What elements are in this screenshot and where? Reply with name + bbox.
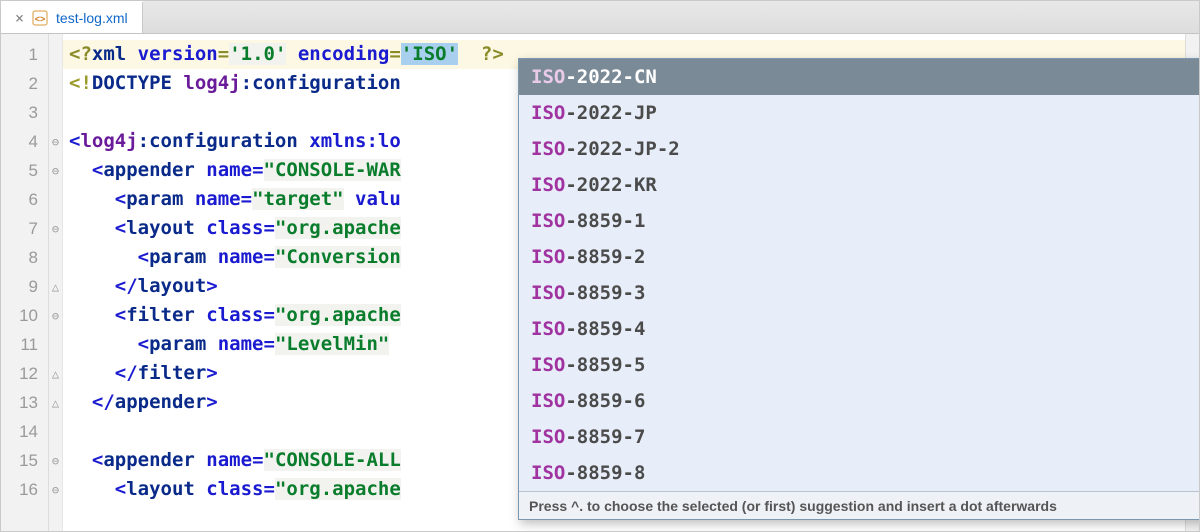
fold-marker [49,330,62,359]
completion-list[interactable]: ISO-2022-CNISO-2022-JPISO-2022-JP-2ISO-2… [519,59,1199,491]
line-number: 3 [1,98,48,127]
editor-tab[interactable]: × <> test-log.xml [1,1,143,33]
completion-item[interactable]: ISO-8859-5 [519,347,1199,383]
fold-marker[interactable]: ⊖ [49,446,62,475]
completion-item[interactable]: ISO-8859-4 [519,311,1199,347]
fold-marker[interactable]: ⊖ [49,301,62,330]
completion-item[interactable]: ISO-8859-6 [519,383,1199,419]
line-number: 16 [1,475,48,504]
fold-marker[interactable]: △ [49,359,62,388]
fold-marker [49,98,62,127]
line-number: 6 [1,185,48,214]
fold-marker[interactable]: ⊖ [49,127,62,156]
fold-marker[interactable]: △ [49,388,62,417]
fold-marker[interactable]: △ [49,272,62,301]
line-number: 1 [1,40,48,69]
completion-hint-bar: Press ^. to choose the selected (or firs… [519,491,1199,519]
line-number: 12 [1,359,48,388]
fold-marker [49,243,62,272]
tab-filename: test-log.xml [56,10,128,26]
line-number: 4 [1,127,48,156]
editor-tabbar: × <> test-log.xml [1,1,1199,34]
fold-marker[interactable]: ⊖ [49,156,62,185]
completion-item[interactable]: ISO-2022-KR [519,167,1199,203]
line-number: 10 [1,301,48,330]
line-number: 15 [1,446,48,475]
line-number: 13 [1,388,48,417]
completion-popup[interactable]: ISO-2022-CNISO-2022-JPISO-2022-JP-2ISO-2… [518,58,1199,520]
fold-gutter: ⊖⊖⊖△⊖△△⊖⊖ [49,34,63,531]
line-number: 7 [1,214,48,243]
line-number: 14 [1,417,48,446]
code-editor[interactable]: 12345678910111213141516 ⊖⊖⊖△⊖△△⊖⊖ <?xml … [1,34,1199,531]
fold-marker [49,185,62,214]
fold-marker[interactable]: ⊖ [49,475,62,504]
fold-marker [49,40,62,69]
fold-marker [49,69,62,98]
close-icon[interactable]: × [15,11,24,26]
line-number-gutter: 12345678910111213141516 [1,34,49,531]
completion-item[interactable]: ISO-8859-1 [519,203,1199,239]
line-number: 2 [1,69,48,98]
line-number: 9 [1,272,48,301]
svg-text:<>: <> [35,14,46,24]
completion-item[interactable]: ISO-8859-7 [519,419,1199,455]
fold-marker[interactable]: ⊖ [49,214,62,243]
xml-file-icon: <> [32,10,48,26]
code-area[interactable]: <?xml version='1.0' encoding='ISO' ?><!D… [63,34,1199,531]
completion-item[interactable]: ISO-8859-3 [519,275,1199,311]
ide-window: × <> test-log.xml 1234567891011121314151… [0,0,1200,532]
line-number: 11 [1,330,48,359]
completion-item[interactable]: ISO-2022-JP-2 [519,131,1199,167]
line-number: 5 [1,156,48,185]
completion-item[interactable]: ISO-2022-JP [519,95,1199,131]
completion-item[interactable]: ISO-8859-2 [519,239,1199,275]
fold-marker [49,417,62,446]
completion-item[interactable]: ISO-8859-8 [519,455,1199,491]
completion-hint-text: Press ^. to choose the selected (or firs… [529,492,1057,520]
line-number: 8 [1,243,48,272]
completion-item[interactable]: ISO-2022-CN [519,59,1199,95]
